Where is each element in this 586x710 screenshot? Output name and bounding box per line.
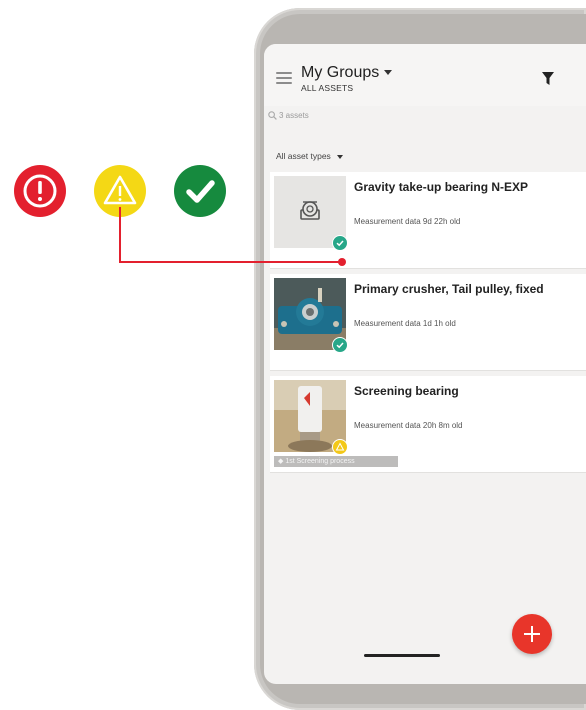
callout-connector-line <box>119 207 346 266</box>
